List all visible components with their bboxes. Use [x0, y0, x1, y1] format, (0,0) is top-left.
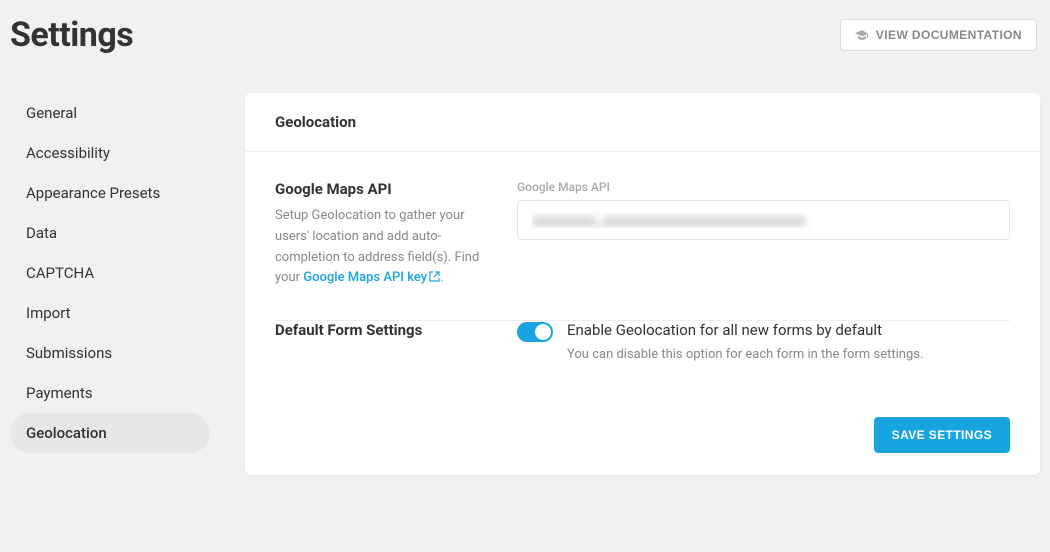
panel-header: Geolocation	[245, 93, 1040, 152]
sidebar-item-appearance-presets[interactable]: Appearance Presets	[10, 173, 210, 213]
sidebar-item-captcha[interactable]: CAPTCHA	[10, 253, 210, 293]
panel-title: Geolocation	[275, 113, 1010, 131]
api-link-text: Google Maps API key	[303, 270, 427, 285]
sidebar-item-submissions[interactable]: Submissions	[10, 333, 210, 373]
google-maps-api-input[interactable]	[517, 200, 1010, 240]
view-documentation-button[interactable]: VIEW DOCUMENTATION	[840, 19, 1037, 51]
default-form-settings-heading: Default Form Settings	[275, 321, 495, 339]
sidebar-item-data[interactable]: Data	[10, 213, 210, 253]
sidebar-item-payments[interactable]: Payments	[10, 373, 210, 413]
page-title: Settings	[10, 15, 133, 55]
enable-geolocation-toggle[interactable]	[517, 322, 553, 342]
page-header: Settings VIEW DOCUMENTATION	[10, 10, 1040, 55]
external-link-icon	[429, 271, 440, 286]
settings-sidebar: General Accessibility Appearance Presets…	[10, 93, 210, 453]
sidebar-item-general[interactable]: General	[10, 93, 210, 133]
google-maps-api-heading: Google Maps API	[275, 180, 495, 198]
sidebar-item-import[interactable]: Import	[10, 293, 210, 333]
settings-panel: Geolocation Google Maps API Setup Geoloc…	[245, 93, 1040, 475]
sidebar-item-accessibility[interactable]: Accessibility	[10, 133, 210, 173]
section-default-form-settings: Default Form Settings Enable Geolocation…	[275, 321, 1010, 392]
graduation-cap-icon	[855, 30, 869, 41]
save-settings-button[interactable]: SAVE SETTINGS	[874, 417, 1010, 453]
google-maps-api-field-label: Google Maps API	[517, 180, 1010, 194]
sidebar-item-geolocation[interactable]: Geolocation	[10, 413, 210, 453]
enable-geolocation-toggle-label: Enable Geolocation for all new forms by …	[567, 321, 923, 339]
google-maps-api-key-link[interactable]: Google Maps API key	[303, 270, 440, 285]
section-google-maps-api: Google Maps API Setup Geolocation to gat…	[275, 180, 1010, 320]
enable-geolocation-toggle-sublabel: You can disable this option for each for…	[567, 347, 923, 362]
view-documentation-label: VIEW DOCUMENTATION	[876, 28, 1022, 42]
api-desc-suffix: .	[440, 270, 443, 285]
google-maps-api-description: Setup Geolocation to gather your users' …	[275, 206, 495, 290]
